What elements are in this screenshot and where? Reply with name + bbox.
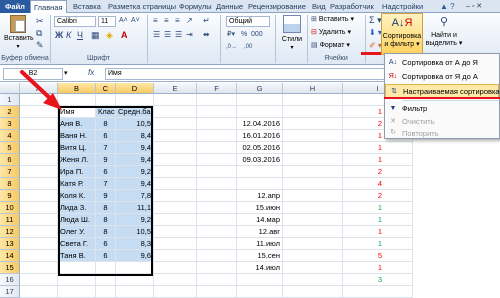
cell[interactable] (58, 286, 96, 298)
menu-item-sort-asc[interactable]: A↓ Сортировка от А до Я (385, 56, 499, 70)
filter-icon: ▼ (389, 105, 397, 112)
menu-divider (402, 100, 498, 101)
reapply-icon: ↻ (390, 129, 396, 136)
cell[interactable] (116, 286, 154, 298)
menu-item-reapply[interactable]: ↻ Повторить (385, 128, 499, 139)
menu-item-filter[interactable]: ▼ Фильтр (385, 102, 499, 116)
clear-icon: ✕ (390, 118, 396, 125)
menu-item-custom-sort[interactable]: ⇅ Настраиваемая сортировка... (385, 84, 500, 98)
menu-item-clear[interactable]: ✕ Очистить (385, 115, 499, 129)
sort-filter-menu: A↓ Сортировка от А до Я Я↓ Сортировка от Я… (384, 53, 500, 139)
cell[interactable] (96, 286, 116, 298)
cell[interactable] (20, 286, 58, 298)
cell[interactable] (237, 286, 283, 298)
cell[interactable] (343, 286, 413, 298)
menu-item-sort-desc[interactable]: Я↓ Сортировка от Я до А (385, 70, 499, 84)
custom-sort-icon: ⇅ (391, 88, 397, 95)
sort-asc-icon: A↓ (388, 59, 398, 66)
custom-sort-underline (384, 97, 500, 99)
cell[interactable] (197, 286, 237, 298)
cell[interactable] (283, 286, 343, 298)
row-header-17[interactable]: 17 (0, 286, 20, 298)
cell[interactable] (154, 286, 197, 298)
sort-desc-icon: Я↓ (388, 73, 398, 80)
